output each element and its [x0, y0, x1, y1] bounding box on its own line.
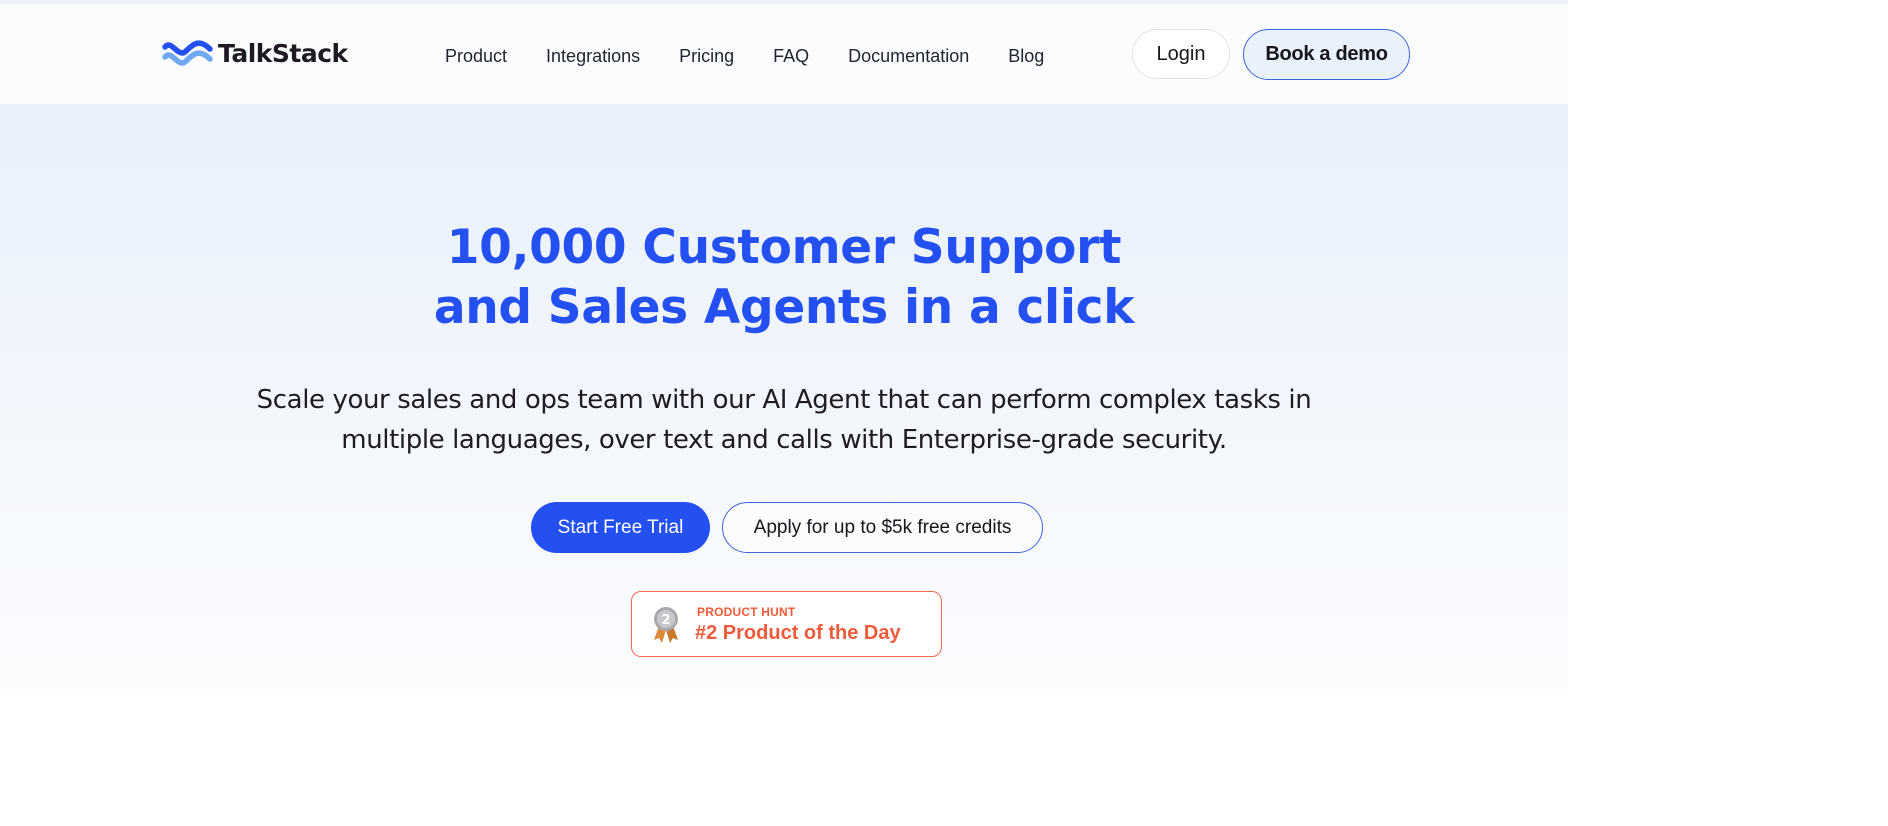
hero-subheadline: Scale your sales and ops team with our A… [0, 380, 1568, 460]
start-free-trial-button[interactable]: Start Free Trial [531, 502, 710, 553]
brand-logo[interactable]: TalkStack [162, 38, 348, 70]
brand-name: TalkStack [218, 39, 348, 68]
hero-subheadline-line-1: Scale your sales and ops team with our A… [256, 385, 1312, 415]
silver-medal-icon: 2 [654, 607, 678, 643]
apply-credits-button[interactable]: Apply for up to $5k free credits [722, 502, 1043, 553]
main-nav: Product Integrations Pricing FAQ Documen… [445, 44, 1044, 68]
nav-item-pricing[interactable]: Pricing [679, 44, 734, 68]
site-header: TalkStack Product Integrations Pricing F… [0, 4, 1568, 105]
nav-item-documentation[interactable]: Documentation [848, 44, 969, 68]
hero-subheadline-line-2: multiple languages, over text and calls … [341, 425, 1227, 455]
hero-headline-line-2: and Sales Agents in a click [433, 280, 1135, 335]
book-demo-button[interactable]: Book a demo [1243, 29, 1410, 80]
login-button[interactable]: Login [1132, 29, 1230, 79]
nav-item-integrations[interactable]: Integrations [546, 44, 640, 68]
wave-logo-icon [162, 40, 213, 66]
product-hunt-badge[interactable]: 2 PRODUCT HUNT #2 Product of the Day [631, 591, 942, 657]
nav-item-blog[interactable]: Blog [1008, 44, 1044, 68]
product-hunt-title: #2 Product of the Day [695, 622, 901, 644]
hero-headline-line-1: 10,000 Customer Support [446, 220, 1122, 275]
nav-item-product[interactable]: Product [445, 44, 507, 68]
medal-number: 2 [661, 613, 670, 628]
hero-headline: 10,000 Customer Support and Sales Agents… [0, 218, 1568, 338]
product-hunt-kicker: PRODUCT HUNT [697, 605, 796, 619]
nav-item-faq[interactable]: FAQ [773, 44, 809, 68]
